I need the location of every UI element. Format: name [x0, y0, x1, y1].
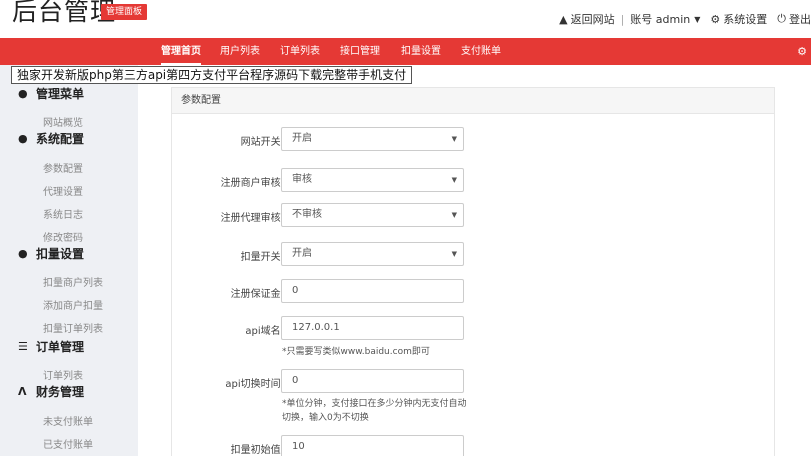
sidebar-item-add-deduct[interactable]: 添加商户扣量	[43, 297, 103, 312]
divider: |	[620, 12, 625, 26]
nav-users[interactable]: 用户列表	[220, 38, 260, 65]
top-links: ▲ 返回网站 | 账号 admin ▼ ⚙ 系统设置 ⏻ 登出	[559, 9, 811, 29]
chevron-down-icon: ▼	[451, 176, 457, 184]
sidebar-item-deduct-merchants[interactable]: 扣量商户列表	[43, 274, 103, 289]
api-domain-input[interactable]: 127.0.0.1	[281, 316, 464, 340]
deposit-input[interactable]: 0	[281, 279, 464, 303]
field-label: 网站开关:	[240, 137, 284, 148]
account-menu[interactable]: 账号 admin	[630, 11, 690, 27]
deduct-initial-input[interactable]: 10	[281, 435, 464, 456]
sidebar: ● 管理菜单 网站概览 ● 系统配置 参数配置 代理设置 系统日志 修改密码 ●…	[0, 65, 138, 456]
settings-link[interactable]: 系统设置	[723, 11, 767, 27]
top-nav: 管理首页 用户列表 订单列表 接口管理 扣量设置 支付账单 ⚙	[0, 38, 811, 65]
sidebar-item-overview[interactable]: 网站概览	[43, 114, 83, 129]
sidebar-group-orders[interactable]: ☰ 订单管理	[18, 338, 84, 355]
field-label: 注册代理审核:	[220, 213, 284, 224]
list-icon: ☰	[18, 340, 28, 353]
settings-panel: 参数配置 网站开关: 开启 ▼ 注册商户审核: 审核 ▼ 注册代理审核: 不审核…	[171, 87, 775, 456]
chevron-down-icon: ▼	[451, 211, 457, 219]
field-label: 注册保证金:	[230, 289, 284, 300]
chevron-down-icon: ▼	[451, 135, 457, 143]
sidebar-item-orders[interactable]: 订单列表	[43, 367, 83, 382]
sidebar-item-deduct-orders[interactable]: 扣量订单列表	[43, 320, 103, 335]
sidebar-item-paid[interactable]: 已支付账单	[43, 436, 93, 451]
nav-home[interactable]: 管理首页	[161, 38, 201, 65]
merchant-review-select[interactable]: 审核 ▼	[281, 168, 464, 192]
sidebar-item-params[interactable]: 参数配置	[43, 160, 83, 175]
power-icon: ⏻	[777, 12, 786, 25]
nav-deduct[interactable]: 扣量设置	[401, 38, 441, 65]
sidebar-group-finance[interactable]: Λ 财务管理	[18, 383, 84, 400]
caret-down-icon[interactable]: ▼	[694, 15, 700, 24]
field-label: api切换时间:	[225, 379, 284, 390]
user-icon: ●	[18, 247, 28, 260]
nav-orders[interactable]: 订单列表	[280, 38, 320, 65]
sidebar-item-unpaid[interactable]: 未支付账单	[43, 413, 93, 428]
home-icon: ▲	[559, 12, 568, 26]
site-switch-select[interactable]: 开启 ▼	[281, 127, 464, 151]
logout-link[interactable]: 登出	[789, 11, 811, 27]
agent-review-select[interactable]: 不审核 ▼	[281, 203, 464, 227]
field-hint: *单位分钟，支付接口在多少分钟内无支付自动切换，输入0为不切换	[282, 399, 467, 423]
deduct-switch-select[interactable]: 开启 ▼	[281, 242, 464, 266]
chevron-down-icon: ▼	[451, 250, 457, 258]
field-label: 注册商户审核:	[220, 178, 284, 189]
sidebar-item-agent[interactable]: 代理设置	[43, 183, 83, 198]
title-banner: 独家开发新版php第三方api第四方支付平台程序源码下载完整带手机支付	[11, 66, 413, 84]
sidebar-group-manage[interactable]: ● 管理菜单	[18, 85, 84, 102]
gear-icon[interactable]: ⚙	[797, 45, 807, 58]
field-label: 扣量开关:	[240, 252, 284, 263]
panel-title: 参数配置	[172, 88, 774, 114]
back-site-link[interactable]: 返回网站	[571, 11, 615, 27]
nav-api[interactable]: 接口管理	[340, 38, 380, 65]
sidebar-item-log[interactable]: 系统日志	[43, 206, 83, 221]
field-label: api域名:	[245, 326, 284, 337]
gear-icon: ⚙	[710, 12, 721, 26]
sidebar-group-deduct[interactable]: ● 扣量设置	[18, 245, 84, 262]
nav-billing[interactable]: 支付账单	[461, 38, 501, 65]
main-content: 参数配置 网站开关: 开启 ▼ 注册商户审核: 审核 ▼ 注册代理审核: 不审核…	[138, 65, 811, 456]
admin-badge: 管理面板	[101, 4, 148, 20]
field-hint: *只需要写类似www.baidu.com即可	[282, 347, 430, 357]
user-icon: ●	[18, 132, 28, 145]
finance-icon: Λ	[18, 385, 27, 398]
header: 后台管理 管理面板 ▲ 返回网站 | 账号 admin ▼ ⚙ 系统设置 ⏻ 登…	[0, 0, 811, 38]
user-icon: ●	[18, 87, 28, 100]
sidebar-group-system[interactable]: ● 系统配置	[18, 130, 84, 147]
sidebar-item-password[interactable]: 修改密码	[43, 229, 83, 244]
field-label: 扣量初始值:	[230, 445, 284, 456]
api-switch-time-input[interactable]: 0	[281, 369, 464, 393]
